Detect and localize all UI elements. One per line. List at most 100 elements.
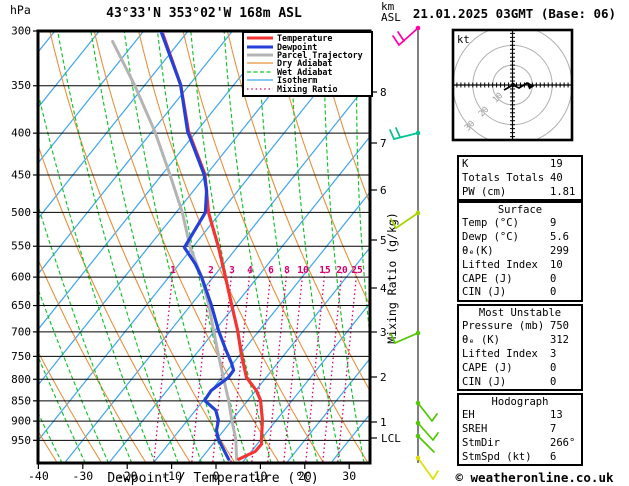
skewt-sounding-page: 300 350 400 450 500 550 600 650 700 750 800 850 900 9…: [0, 0, 629, 486]
stats-label: θₑ(K): [462, 244, 494, 257]
stats-row: K 19: [462, 158, 578, 172]
stats-label: Temp (°C): [462, 217, 519, 229]
stats-label: StmDir: [462, 436, 500, 449]
mixing-ratio-value-label: 15: [319, 265, 331, 276]
stats-value: 5.6: [550, 230, 569, 243]
temp-tick-label: -40: [28, 469, 49, 483]
barb-magenta: [392, 35, 400, 46]
km-tick-label: 7: [380, 137, 387, 150]
stats-label: K: [462, 158, 469, 170]
barb-green-2-dot: [415, 400, 421, 406]
stats-value: 0: [550, 272, 557, 285]
dry-adiabat-line-sample: [247, 62, 273, 64]
legend-label: Isotherm: [277, 75, 318, 86]
parcel-trajectory-line-sample: [247, 53, 273, 57]
isotherm-line-sample: [247, 79, 273, 81]
stats-value: 10: [550, 258, 563, 271]
barb-magenta: [397, 31, 405, 42]
stats-row: CAPE (J) 0: [462, 362, 578, 376]
hodograph-arrowhead: [528, 82, 535, 90]
pressure-tick-label: 500: [11, 206, 31, 219]
mixing-ratio-value-label: 2: [208, 265, 214, 276]
dewpoint-curve: [159, 32, 236, 461]
stats-value: 19: [550, 158, 563, 170]
stats-label: SREH: [462, 422, 488, 435]
stats-row: Dewp (°C) 5.6: [462, 231, 578, 245]
mixing-ratio-value-label: 8: [284, 265, 290, 276]
stats-box-indices: K 19 Totals Totals 40 PW (cm) 1.81: [457, 155, 583, 201]
pressure-tick-label: 350: [11, 79, 31, 92]
hodograph-unit-label: kt: [457, 34, 470, 46]
pressure-tick-label: 700: [11, 325, 31, 338]
stats-label: StmSpd (kt): [462, 450, 532, 463]
legend: Temperature Dewpoint Parcel Trajectory Dry …: [242, 31, 373, 97]
stats-label: Lifted Index: [462, 347, 538, 360]
stats-label: CIN (J): [462, 375, 507, 388]
barb-yellow-dot: [415, 455, 421, 461]
stats-label: θₑ (K): [462, 333, 500, 346]
stats-box-header: Most Unstable: [478, 307, 562, 319]
stats-label: Pressure (mb): [462, 320, 545, 332]
stats-value: 13: [550, 409, 563, 421]
stats-box-surface: Surface Temp (°C) 9 Dewp (°C) 5.6 θₑ(K) 299 Lif…: [457, 201, 583, 302]
barb-teal-dot: [415, 130, 421, 136]
copyright: © weatheronline.co.uk: [455, 470, 614, 485]
dry-adiabat-line: [39, 146, 191, 462]
stats-row: θₑ (K) 312: [462, 334, 578, 348]
stats-row: Temp (°C) 9: [462, 217, 578, 231]
pressure-tick-label: 600: [11, 271, 31, 284]
stats-row: StmDir 266°: [462, 437, 578, 451]
barb-green-4-dot: [415, 433, 421, 439]
mixing-ratio-value-label: 4: [247, 265, 253, 276]
stats-value: 6: [550, 450, 557, 463]
stats-label: Totals Totals: [462, 171, 545, 184]
wet-adiabat-line: [157, 32, 249, 462]
mixing-ratio-value-label: 3: [229, 265, 235, 276]
temp-tick-label: -30: [72, 469, 93, 483]
pressure-tick-label: 550: [11, 240, 31, 253]
pressure-tick-label: 900: [11, 415, 31, 428]
dewpoint-line-sample: [247, 45, 273, 49]
km-tick-label: 1: [380, 416, 387, 429]
km-tick-label: 2: [380, 371, 387, 384]
barb-magenta-dot: [415, 25, 421, 31]
pressure-tick-label: 800: [11, 373, 31, 386]
mixing-ratio-value-label: 25: [351, 265, 363, 276]
station-title: 43°33'N 353°02'W 168m ASL: [106, 6, 302, 21]
stats-value: 3: [550, 347, 557, 360]
mixing-ratio-line: [305, 271, 326, 462]
wet-adiabat-line: [39, 413, 63, 462]
wet-adiabat-line: [39, 94, 156, 462]
wet-adiabat-line-sample: [247, 71, 273, 73]
pressure-tick-label: 950: [11, 434, 31, 447]
stats-row: Totals Totals 40: [462, 172, 578, 186]
stats-value: 0: [550, 361, 557, 374]
legend-label: Temperature: [277, 33, 333, 44]
legend-label: Mixing Ratio: [277, 83, 338, 94]
pressure-axis-unit: hPa: [10, 3, 31, 17]
stats-label: PW (cm): [462, 185, 507, 198]
stats-row: Lifted Index 10: [462, 259, 578, 273]
isotherm-line: [0, 31, 11, 463]
mixing-ratio-value-label: 10: [297, 265, 309, 276]
hodograph-ring-label: 10: [491, 91, 505, 105]
stats-box-hodograph-stats: Hodograph EH 13 SREH 7 StmDir 266° StmSpd (kt) 6: [457, 393, 583, 466]
mixing-ratio-line-sample: [247, 87, 273, 90]
hodograph: 102030: [451, 28, 574, 142]
stats-value: 40: [550, 171, 563, 184]
lcl-label: LCL: [381, 432, 401, 445]
mixing-ratio-value-label: 1: [170, 265, 176, 276]
altitude-axis-unit: km ASL: [381, 1, 401, 23]
mixing-ratio-value-label: 20: [336, 265, 348, 276]
barb-yellowgreen-dot: [415, 210, 421, 216]
stats-value: 7: [550, 422, 557, 435]
mixing-ratio-value-label: 6: [268, 265, 274, 276]
km-tick-label: 8: [380, 86, 387, 99]
barb-green-3: [432, 432, 439, 441]
km-tick-label: 6: [380, 184, 387, 197]
stats-value: 0: [550, 286, 557, 299]
stats-label: CAPE (J): [462, 272, 513, 285]
stats-label: Lifted Index: [462, 258, 538, 271]
barb-yellowgreen: [395, 212, 419, 229]
barb-teal: [393, 132, 419, 140]
